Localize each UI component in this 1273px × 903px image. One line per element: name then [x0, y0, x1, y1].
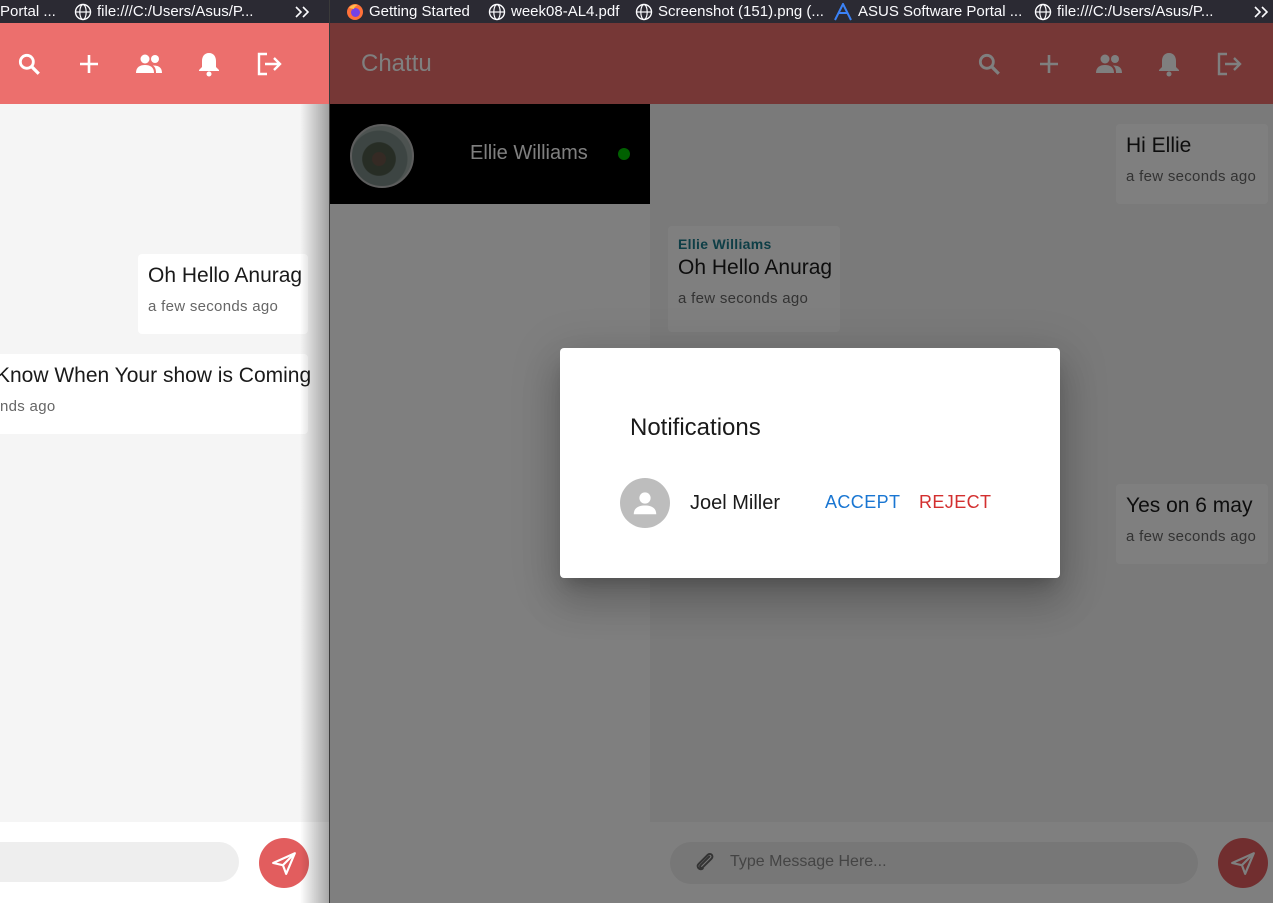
message-bubble: Oh Hello Anurag a few seconds ago	[138, 254, 308, 334]
bookmark-item[interactable]: file:///C:/Users/Asus/P...	[1034, 0, 1213, 23]
message-time: nds ago	[0, 398, 56, 415]
bookmark-item[interactable]: file:///C:/Users/Asus/P...	[74, 0, 253, 23]
send-icon	[272, 852, 296, 875]
bookmark-label: week08-AL4.pdf	[511, 3, 620, 20]
asus-icon	[834, 2, 852, 20]
bookmark-item[interactable]: week08-AL4.pdf	[488, 0, 619, 23]
reject-button[interactable]: REJECT	[919, 492, 991, 513]
globe-icon	[1034, 3, 1052, 20]
bookmark-label: Portal ...	[0, 3, 56, 20]
globe-icon	[74, 3, 92, 20]
bookmark-label: file:///C:/Users/Asus/P...	[1057, 3, 1214, 20]
bookmark-item[interactable]: ASUS Software Portal ...	[833, 0, 1022, 23]
request-sender-name: Joel Miller	[690, 492, 781, 514]
dialog-title: Notifications	[630, 414, 761, 441]
bookmarks-overflow-chevron-icon[interactable]	[294, 0, 312, 23]
bookmark-label: file:///C:/Users/Asus/P...	[97, 3, 254, 20]
add-icon[interactable]	[72, 47, 106, 81]
notifications-dialog: Notifications Joel Miller ACCEPT REJECT	[560, 348, 1060, 578]
bell-icon[interactable]	[192, 47, 226, 81]
bookmarks-overflow-chevron-icon[interactable]	[1253, 0, 1271, 23]
bookmark-label: ASUS Software Portal ...	[858, 3, 1023, 20]
person-icon	[633, 492, 657, 515]
people-icon[interactable]	[132, 47, 166, 81]
logout-icon[interactable]	[252, 47, 286, 81]
bookmark-item[interactable]: Getting Started	[346, 0, 470, 23]
message-text: Oh Hello Anurag	[148, 264, 303, 287]
bookmark-item[interactable]: Screenshot (151).png (...	[635, 0, 824, 23]
app-bar	[0, 23, 329, 104]
avatar	[620, 478, 670, 528]
globe-icon	[488, 3, 506, 20]
message-text: Know When Your show is Coming	[0, 364, 312, 387]
message-bubble: Know When Your show is Coming nds ago	[0, 354, 312, 434]
search-icon[interactable]	[12, 47, 46, 81]
bookmarks-bar: Getting Started week08-AL4.pdf Screensho…	[330, 0, 1273, 23]
send-button[interactable]	[259, 838, 309, 888]
left-browser-window: Portal ... file:///C:/Users/Asus/P... Oh…	[0, 0, 329, 903]
chat-area: Oh Hello Anurag a few seconds ago Know W…	[0, 104, 329, 822]
globe-icon	[635, 3, 653, 20]
bookmark-label: Screenshot (151).png (...	[658, 3, 824, 20]
message-time: a few seconds ago	[148, 298, 279, 315]
message-composer	[0, 822, 329, 903]
firefox-icon	[347, 3, 363, 20]
bookmark-label: Getting Started	[369, 3, 470, 20]
bookmark-item[interactable]: Portal ...	[0, 0, 56, 23]
bookmarks-bar: Portal ... file:///C:/Users/Asus/P...	[0, 0, 329, 23]
right-browser-window: Getting Started week08-AL4.pdf Screensho…	[330, 0, 1273, 903]
accept-button[interactable]: ACCEPT	[825, 492, 900, 513]
message-input[interactable]	[0, 842, 239, 882]
